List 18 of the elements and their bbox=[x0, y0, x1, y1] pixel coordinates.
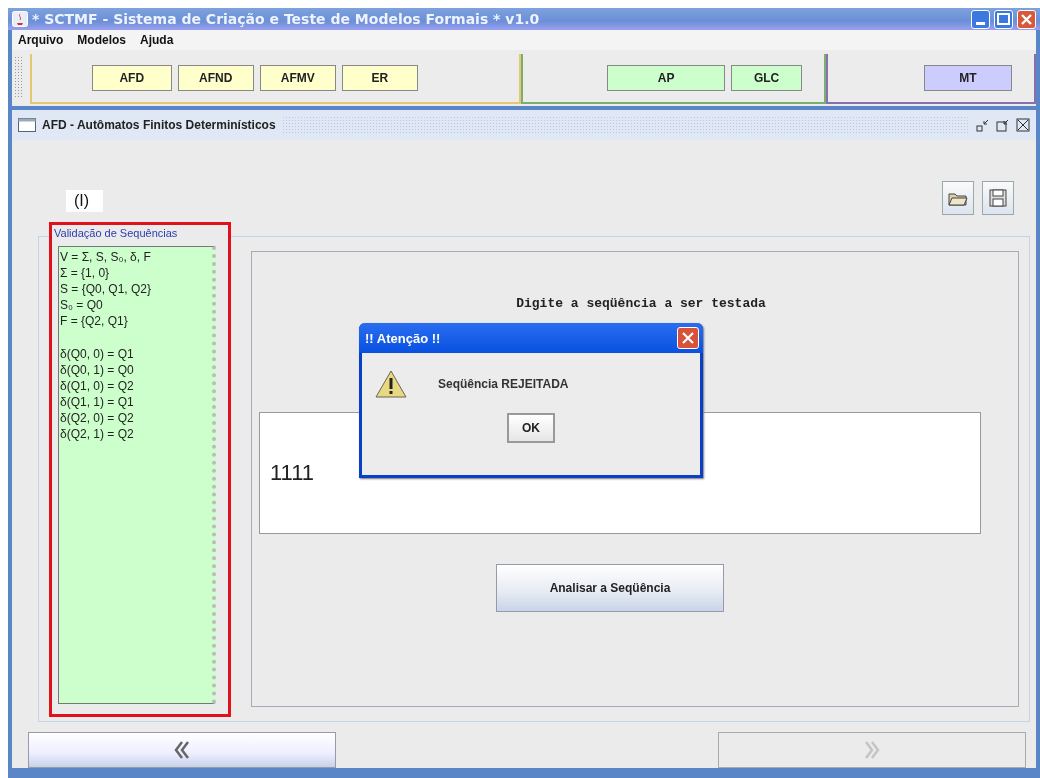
definition-line: F = {Q2, Q1} bbox=[60, 312, 129, 329]
frame-title: AFD - Autômatos Finitos Determinísticos bbox=[42, 118, 276, 132]
dialog-message: Seqüência REJEITADA bbox=[438, 377, 569, 391]
transition-line: δ(Q0, 0) = Q1 bbox=[60, 345, 135, 362]
prompt-text: Digite a seqüência a ser testada bbox=[516, 295, 766, 311]
transition-line: δ(Q2, 0) = Q2 bbox=[60, 409, 135, 426]
transition-line: δ(Q2, 1) = Q2 bbox=[60, 425, 135, 442]
definition-line: Σ = {1, 0} bbox=[60, 264, 111, 281]
transition-line: δ(Q0, 1) = Q0 bbox=[60, 361, 135, 378]
panel-title: Validação de Sequências bbox=[53, 225, 179, 239]
definition-line: V = Σ, S, S₀, δ, F bbox=[60, 248, 152, 265]
window-title: * SCTMF - Sistema de Criação e Teste de Modelos Formais * v1.0 bbox=[32, 11, 541, 27]
transition-line: δ(Q1, 1) = Q1 bbox=[60, 393, 135, 410]
marker-label: (I) bbox=[66, 190, 104, 212]
transition-line: δ(Q1, 0) = Q2 bbox=[60, 377, 135, 394]
definition-line: S₀ = Q0 bbox=[60, 296, 104, 313]
dialog-title: !! Atenção !! bbox=[365, 330, 441, 346]
definition-line: S = {Q0, Q1, Q2} bbox=[60, 280, 153, 297]
